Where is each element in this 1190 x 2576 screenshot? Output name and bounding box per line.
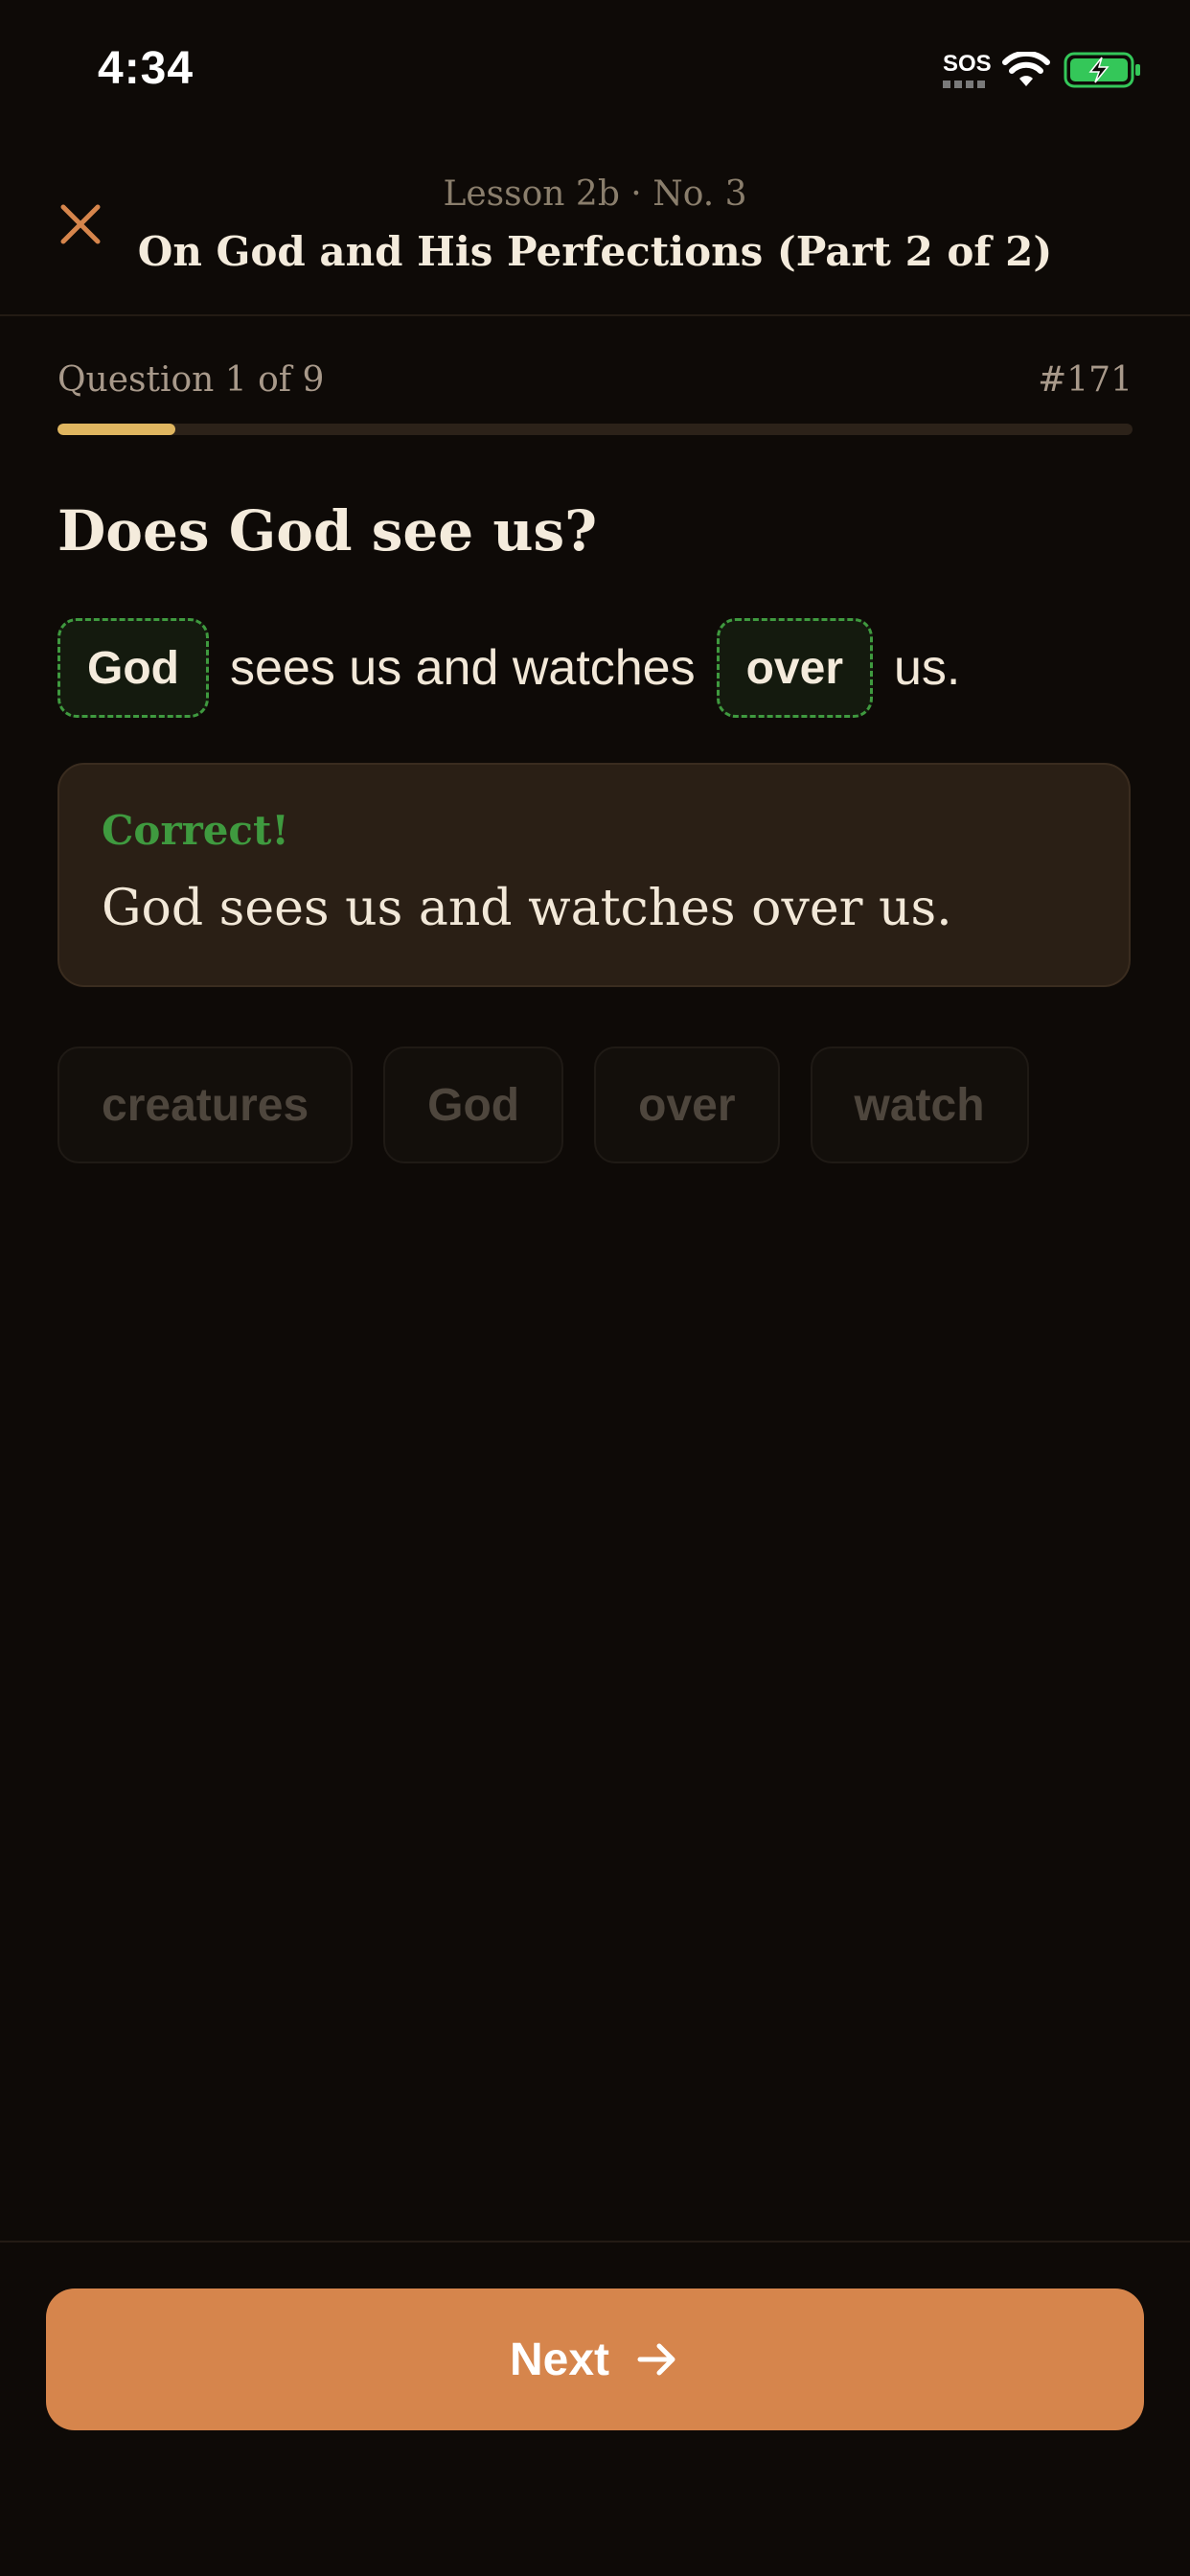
- arrow-right-icon: [637, 2343, 675, 2376]
- progress-fill: [57, 424, 176, 435]
- answer-sentence: God sees us and watches over us.: [57, 618, 960, 718]
- feedback-card: Correct! God sees us and watches over us…: [57, 763, 1131, 987]
- word-chip[interactable]: watch: [810, 1046, 1029, 1163]
- question-text: Does God see us?: [57, 498, 598, 564]
- footer-divider: [0, 2241, 1190, 2242]
- status-bar: 4:34 SOS: [0, 0, 1190, 144]
- lesson-subtitle: Lesson 2b · No. 3: [443, 174, 747, 214]
- filled-blank[interactable]: God: [57, 618, 209, 718]
- wifi-icon: [1002, 52, 1050, 86]
- question-counter: Question 1 of 9: [57, 360, 325, 400]
- progress-bar: [57, 424, 1133, 435]
- next-button[interactable]: Next: [46, 2288, 1144, 2430]
- sentence-text: sees us and watches: [229, 640, 696, 696]
- sos-label: SOS: [943, 51, 992, 77]
- feedback-text: God sees us and watches over us.: [102, 880, 952, 937]
- sentence-text: us.: [894, 640, 961, 696]
- filled-blank[interactable]: over: [716, 618, 873, 718]
- header-divider: [0, 314, 1190, 316]
- word-chip[interactable]: God: [383, 1046, 564, 1163]
- word-chip[interactable]: over: [594, 1046, 780, 1163]
- next-label: Next: [509, 2334, 610, 2385]
- sos-indicator: SOS: [943, 51, 992, 90]
- feedback-label: Correct!: [102, 807, 289, 854]
- word-chip[interactable]: creatures: [57, 1046, 354, 1163]
- lesson-title: On God and His Perfections (Part 2 of 2): [137, 228, 1053, 275]
- question-number: #171: [1038, 360, 1133, 400]
- status-time: 4:34: [98, 43, 195, 94]
- battery-charging-icon: [1064, 52, 1140, 88]
- signal-dots: [943, 80, 989, 88]
- word-bank: creatures God over watch: [57, 1046, 1029, 1163]
